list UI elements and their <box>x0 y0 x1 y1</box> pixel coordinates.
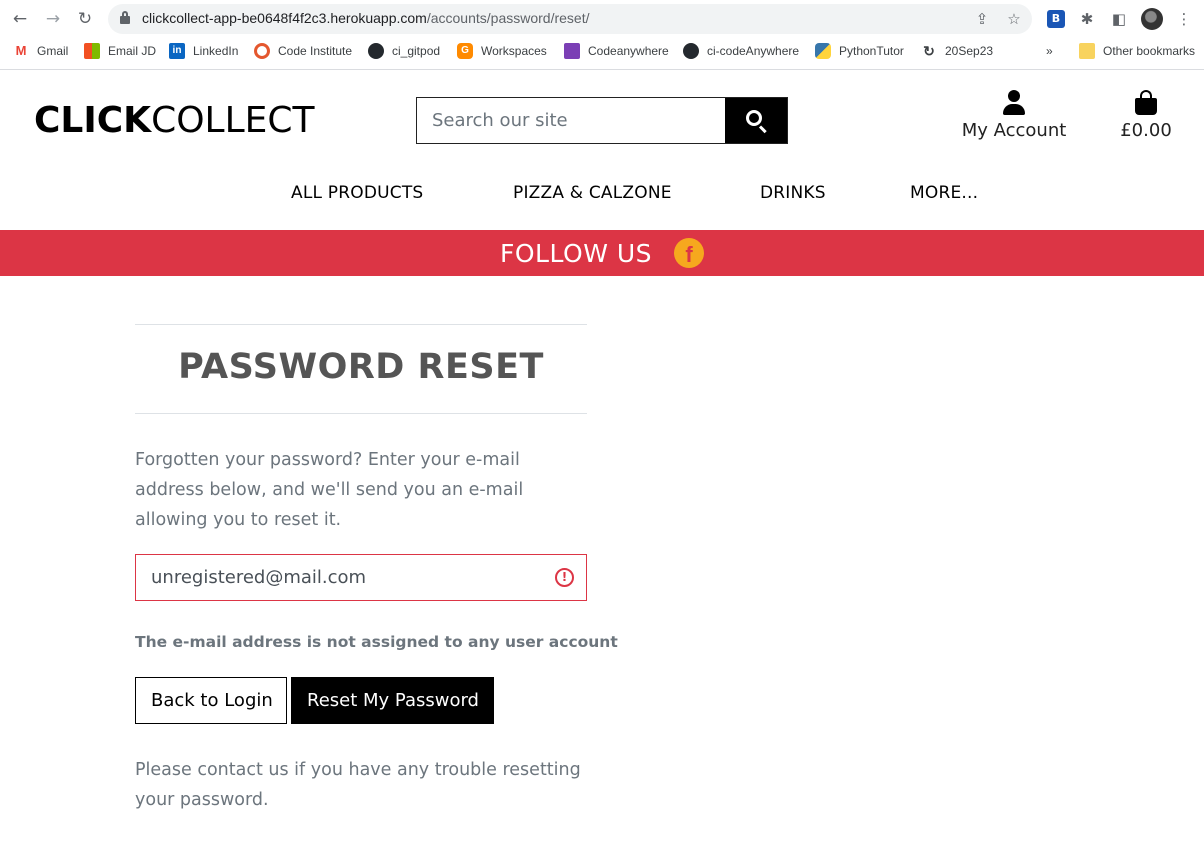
star-icon[interactable]: ☆ <box>1004 9 1024 29</box>
overflow-chevron-icon: » <box>1046 44 1053 58</box>
bookmark-email-jd[interactable]: Email JD <box>84 42 156 60</box>
code-institute-icon <box>254 43 270 59</box>
search-icon <box>746 110 762 126</box>
bookmark-linkedin[interactable]: in LinkedIn <box>169 42 238 60</box>
extension-icon[interactable]: B <box>1047 10 1065 28</box>
nav-drinks[interactable]: DRINKS <box>760 183 826 203</box>
shopping-bag-icon <box>1134 90 1158 116</box>
facebook-icon[interactable]: f <box>674 238 704 268</box>
nav-pizza-calzone[interactable]: PIZZA & CALZONE <box>513 183 672 203</box>
back-to-login-button[interactable]: Back to Login <box>135 677 287 724</box>
title-divider-bottom <box>135 413 587 414</box>
bookmark-ci-gitpod[interactable]: ci_gitpod <box>368 42 440 60</box>
url-path: /accounts/password/reset/ <box>426 10 590 26</box>
bookmark-label: 20Sep23 <box>945 44 994 58</box>
gmail-icon: M <box>13 43 29 59</box>
forward-arrow-icon[interactable]: → <box>42 8 64 30</box>
user-icon <box>1002 90 1026 116</box>
bookmark-codeanywhere[interactable]: Codeanywhere <box>564 42 669 60</box>
nav-more[interactable]: MORE... <box>910 183 978 203</box>
bookmark-label: Email JD <box>108 44 157 58</box>
bookmark-gmail[interactable]: M Gmail <box>13 42 68 60</box>
loop-icon: ↻ <box>923 43 935 59</box>
bookmark-code-institute[interactable]: Code Institute <box>254 42 352 60</box>
python-icon <box>815 43 831 59</box>
nav-all-products[interactable]: ALL PRODUCTS <box>291 183 423 203</box>
bookmark-label: PythonTutor <box>839 44 904 58</box>
gitpod-icon: G <box>457 43 473 59</box>
intro-text: Forgotten your password? Enter your e-ma… <box>135 450 524 530</box>
logo-light-text: COLLECT <box>151 100 315 141</box>
url-host: clickcollect-app-be0648f4f2c3.herokuapp.… <box>142 10 427 26</box>
bookmark-label: ci_gitpod <box>392 44 441 58</box>
reload-icon[interactable]: ↻ <box>74 8 96 30</box>
bookmark-label: Codeanywhere <box>588 44 669 58</box>
bookmark-label: Workspaces <box>481 44 547 58</box>
puzzle-icon[interactable]: ✱ <box>1076 8 1098 30</box>
bookmarks-overflow[interactable]: » <box>1046 42 1053 60</box>
my-account-link[interactable]: My Account <box>955 90 1073 141</box>
bookmark-20sep23[interactable]: ↻ 20Sep23 <box>921 42 993 60</box>
browser-toolbar: ← → ↻ clickcollect-app-be0648f4f2c3.hero… <box>0 0 1204 38</box>
error-message: The e-mail address is not assigned to an… <box>135 633 618 651</box>
address-bar[interactable]: clickcollect-app-be0648f4f2c3.herokuapp.… <box>108 4 1032 34</box>
basket-total: £0.00 <box>1120 120 1172 141</box>
title-divider-top <box>135 324 587 325</box>
bookmark-workspaces[interactable]: G Workspaces <box>457 42 547 60</box>
search-input[interactable] <box>417 98 725 143</box>
banner-text: FOLLOW US <box>500 239 653 268</box>
folder-icon <box>1079 43 1095 59</box>
github-icon <box>368 43 384 59</box>
bookmark-label: Gmail <box>37 44 69 58</box>
email-field: ! <box>135 554 587 601</box>
follow-us-banner: FOLLOW US <box>0 230 1204 276</box>
reset-password-button[interactable]: Reset My Password <box>291 677 494 724</box>
side-panel-icon[interactable]: ◧ <box>1108 8 1130 30</box>
bookmark-other[interactable]: Other bookmarks <box>1079 42 1195 60</box>
logo-bold-text: CLICK <box>34 100 152 141</box>
microsoft-icon <box>84 43 100 59</box>
bookmarks-bar: M Gmail Email JD in LinkedIn Code Institut… <box>0 38 1204 64</box>
chrome-divider <box>0 69 1204 70</box>
bookmark-pythontutor[interactable]: PythonTutor <box>815 42 904 60</box>
main-nav: ALL PRODUCTS PIZZA & CALZONE DRINKS MORE… <box>0 183 1204 207</box>
site-logo[interactable]: CLICKCOLLECT <box>34 100 315 141</box>
share-icon[interactable]: ⇪ <box>972 9 992 29</box>
bookmark-label: Other bookmarks <box>1103 44 1196 58</box>
bookmark-label: LinkedIn <box>193 44 239 58</box>
bookmark-label: ci-codeAnywhere <box>707 44 800 58</box>
bookmark-ci-codeanywhere[interactable]: ci-codeAnywhere <box>683 42 799 60</box>
codeanywhere-icon <box>564 43 580 59</box>
url-text: clickcollect-app-be0648f4f2c3.herokuapp.… <box>142 10 589 26</box>
my-account-label: My Account <box>961 120 1067 141</box>
bookmark-label: Code Institute <box>278 44 353 58</box>
search-button[interactable] <box>725 98 787 143</box>
lock-icon <box>120 11 130 24</box>
back-arrow-icon[interactable]: ← <box>9 8 31 30</box>
menu-icon[interactable]: ⋮ <box>1173 8 1195 30</box>
site-search <box>416 97 788 144</box>
help-text: Please contact us if you have any troubl… <box>135 760 581 810</box>
email-input[interactable] <box>136 555 586 600</box>
error-icon: ! <box>555 568 574 587</box>
github-icon <box>683 43 699 59</box>
basket-link[interactable]: £0.00 <box>1110 90 1182 141</box>
linkedin-icon: in <box>169 43 185 59</box>
page-title: PASSWORD RESET <box>178 347 544 387</box>
profile-avatar[interactable] <box>1141 8 1163 30</box>
